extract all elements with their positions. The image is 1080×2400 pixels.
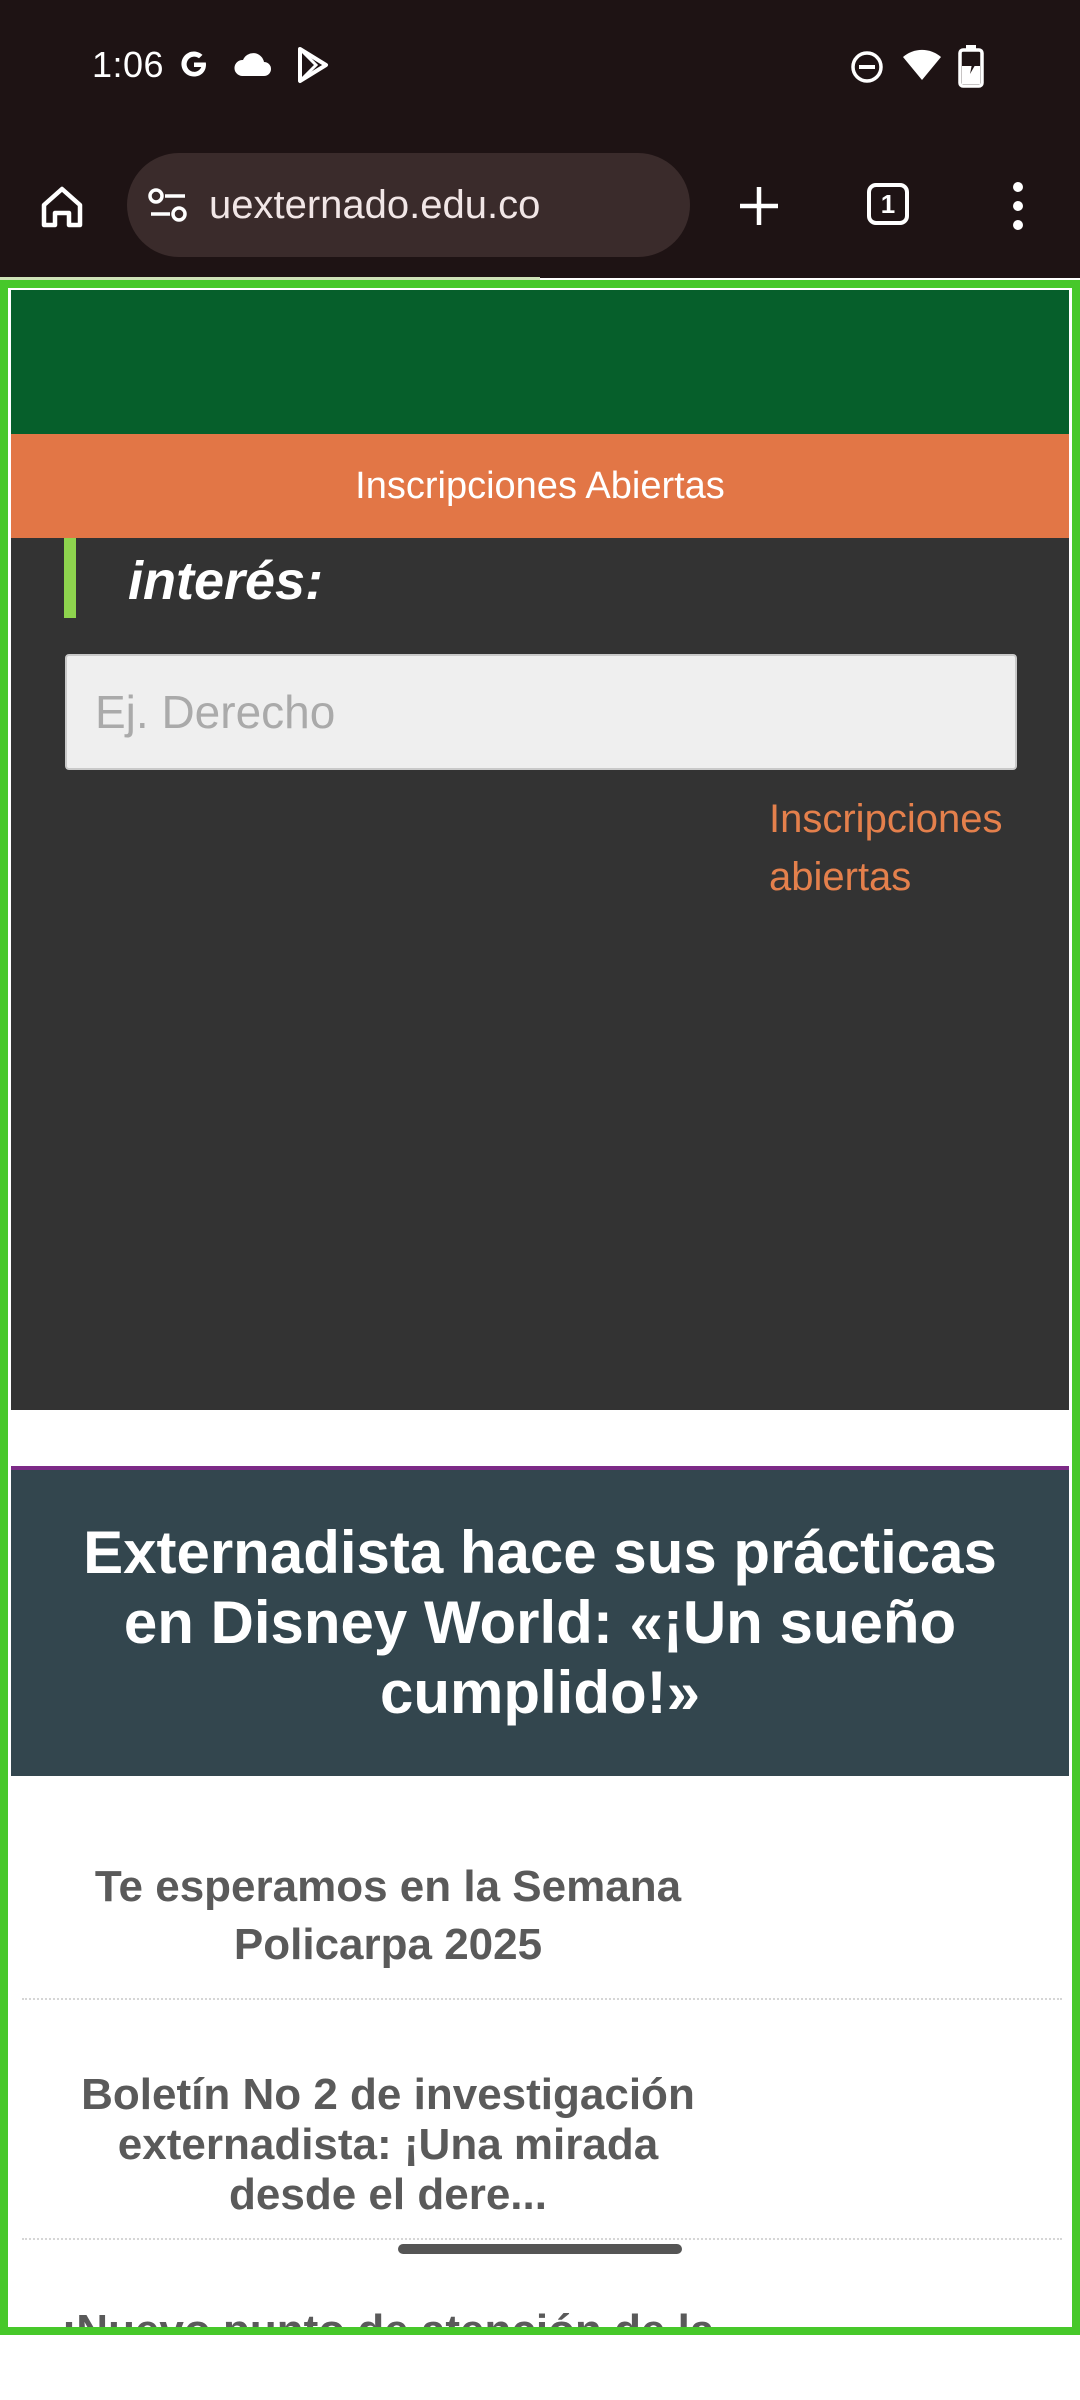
wifi-icon xyxy=(903,49,941,80)
inscripciones-banner[interactable]: Inscripciones Abiertas xyxy=(11,434,1069,538)
google-icon xyxy=(181,51,206,77)
gesture-navigation-bar[interactable] xyxy=(398,2244,682,2254)
news-title: Boletín No 2 de investigación externadis… xyxy=(81,2070,695,2219)
dnd-icon xyxy=(851,51,883,83)
site-settings-icon[interactable] xyxy=(147,186,189,224)
section-gap xyxy=(11,1410,1069,1466)
program-search-section: interés: Inscripciones abiertas xyxy=(11,538,1069,1410)
news-divider xyxy=(22,2238,1062,2240)
heading-accent-bar xyxy=(64,538,76,618)
feature-article[interactable]: Externadista hace sus prácticas en Disne… xyxy=(11,1470,1069,1776)
banner-text: Inscripciones Abiertas xyxy=(355,464,725,507)
tab-count: 1 xyxy=(880,188,896,219)
news-title: ¡Nuevo punto de atención de la xyxy=(61,2306,715,2335)
news-item[interactable]: Te esperamos en la Semana Policarpa 2025 xyxy=(68,1858,708,1974)
program-search-input[interactable] xyxy=(65,654,1017,770)
news-title: Te esperamos en la Semana Policarpa 2025 xyxy=(94,1862,682,1969)
status-bar: 1:06 xyxy=(0,0,1080,135)
site-header xyxy=(11,290,1069,434)
home-icon[interactable] xyxy=(36,181,88,233)
tab-switcher-button[interactable]: 1 xyxy=(867,183,909,225)
web-content: Inscripciones Abiertas interés: Inscripc… xyxy=(0,280,1080,2335)
url-text: uexternado.edu.co xyxy=(209,183,541,227)
play-store-icon xyxy=(298,47,328,83)
more-menu-icon[interactable] xyxy=(1008,179,1028,233)
cloud-icon xyxy=(234,53,271,76)
feature-title: Externadista hace sus prácticas en Disne… xyxy=(83,1519,997,1726)
new-tab-icon[interactable] xyxy=(736,183,782,229)
news-item[interactable]: Boletín No 2 de investigación externadis… xyxy=(68,2070,708,2220)
url-bar[interactable]: uexternado.edu.co xyxy=(127,153,690,257)
status-time: 1:06 xyxy=(92,44,165,85)
battery-icon xyxy=(958,45,984,88)
news-divider xyxy=(22,1998,1062,2000)
search-heading: interés: xyxy=(128,551,324,611)
news-item[interactable]: ¡Nuevo punto de atención de la xyxy=(48,2306,728,2335)
inscripciones-link[interactable]: Inscripciones abiertas xyxy=(769,790,1029,906)
browser-toolbar: uexternado.edu.co 1 xyxy=(0,135,1080,278)
